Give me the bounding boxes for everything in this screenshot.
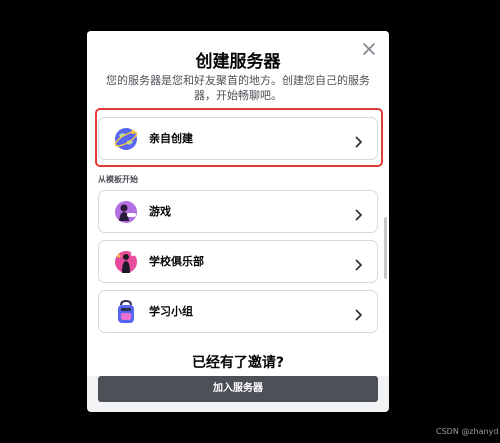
dialog-title: 创建服务器 <box>195 52 281 72</box>
backpack-icon <box>113 299 139 325</box>
option-study-group[interactable]: 学习小组 <box>98 290 378 333</box>
chevron-right-icon <box>355 306 363 321</box>
dialog-subtitle: 您的服务器是您和好友聚首的地方。创建您自己的服务器，开始畅聊吧。 <box>106 74 370 102</box>
chevron-right-icon <box>355 133 363 148</box>
watermark: CSDN @zhanyd <box>436 427 499 436</box>
globe-icon <box>113 126 139 152</box>
invite-heading: 已经有了邀请? <box>191 355 285 371</box>
join-server-button[interactable]: 加入服务器 <box>98 376 378 402</box>
school-club-icon <box>113 249 139 275</box>
scrollbar[interactable] <box>384 217 387 279</box>
option-label: 亲自创建 <box>149 132 193 145</box>
option-label: 学习小组 <box>149 305 193 318</box>
option-create-my-own[interactable]: 亲自创建 <box>98 117 378 160</box>
create-server-dialog: 创建服务器 您的服务器是您和好友聚首的地方。创建您自己的服务器，开始畅聊吧。 亲… <box>87 31 389 412</box>
chevron-right-icon <box>355 206 363 221</box>
option-school-club[interactable]: 学校俱乐部 <box>98 240 378 283</box>
game-icon <box>113 199 139 225</box>
chevron-right-icon <box>355 256 363 271</box>
option-gaming[interactable]: 游戏 <box>98 190 378 233</box>
option-label: 游戏 <box>149 205 171 218</box>
option-label: 学校俱乐部 <box>149 255 204 268</box>
templates-section-label: 从模板开始 <box>98 175 138 184</box>
